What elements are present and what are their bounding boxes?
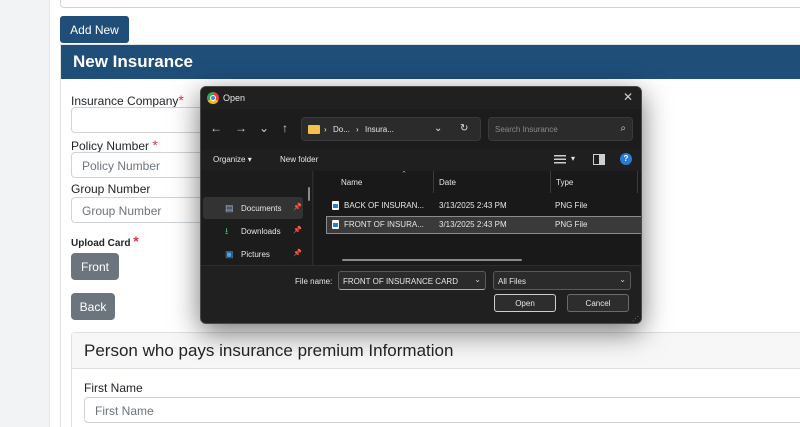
navigation-bar: ← → ⌄ ↑ › Do... › Insura... ⌄ ↻ Search I… bbox=[201, 109, 641, 149]
search-input[interactable]: Search Insurance ⌕ bbox=[488, 117, 633, 141]
payer-info-card: Person who pays insurance premium Inform… bbox=[71, 332, 800, 427]
breadcrumb-documents[interactable]: Do... bbox=[333, 125, 350, 134]
picture-icon: ▣ bbox=[225, 249, 234, 259]
upload-card-label: Upload Card * bbox=[71, 233, 139, 249]
download-icon: ⭳ bbox=[225, 226, 229, 236]
recent-locations-icon[interactable]: ⌄ bbox=[257, 121, 271, 135]
front-button[interactable]: Front bbox=[71, 253, 119, 280]
file-name: FRONT OF INSURA... bbox=[344, 220, 424, 229]
group-number-label: Group Number bbox=[71, 182, 151, 196]
pin-icon: 📌 bbox=[293, 227, 302, 234]
add-new-button[interactable]: Add New bbox=[60, 16, 129, 43]
address-bar[interactable]: › Do... › Insura... ⌄ ↻ bbox=[301, 117, 481, 141]
payer-info-title: Person who pays insurance premium Inform… bbox=[72, 333, 800, 369]
sidebar-item-documents[interactable]: ▤ Documents 📌 bbox=[203, 197, 303, 219]
png-file-icon bbox=[332, 201, 339, 210]
breadcrumb-insurance[interactable]: Insura... bbox=[365, 125, 394, 134]
file-date: 3/13/2025 2:43 PM bbox=[439, 220, 507, 229]
sidebar-item-downloads[interactable]: ⭳ Downloads 📌 bbox=[203, 220, 303, 242]
file-type-select[interactable]: All Files ⌄ bbox=[493, 271, 631, 290]
navigation-pane: ▤ Documents 📌 ⭳ Downloads 📌 ▣ Pictures 📌 bbox=[201, 171, 313, 265]
column-header-type[interactable]: Type bbox=[551, 171, 638, 193]
top-input-edge[interactable] bbox=[60, 0, 800, 8]
chevron-down-icon: ⌄ bbox=[619, 275, 626, 284]
preview-pane-icon[interactable] bbox=[593, 154, 605, 165]
view-options-caret-icon[interactable]: ▾ bbox=[571, 154, 575, 163]
first-name-input[interactable]: First Name bbox=[84, 397, 800, 423]
pin-icon: 📌 bbox=[293, 204, 302, 211]
png-file-icon bbox=[332, 220, 339, 229]
close-icon[interactable]: ✕ bbox=[621, 90, 635, 104]
organize-menu[interactable]: Organize ▾ bbox=[213, 155, 252, 164]
open-file-dialog: Open ✕ ← → ⌄ ↑ › Do... › Insura... ⌄ ↻ S… bbox=[200, 86, 642, 324]
refresh-icon[interactable]: ↻ bbox=[460, 123, 468, 134]
breadcrumb-separator: › bbox=[356, 125, 359, 134]
file-name-label: File name: bbox=[295, 277, 333, 286]
group-number-input[interactable]: Group Number bbox=[71, 197, 211, 223]
forward-arrow-icon[interactable]: → bbox=[234, 121, 248, 135]
folder-icon bbox=[308, 125, 320, 134]
search-icon: ⌕ bbox=[620, 123, 626, 134]
file-row-front[interactable]: FRONT OF INSURA... 3/13/2025 2:43 PM PNG… bbox=[326, 216, 641, 234]
cancel-button[interactable]: Cancel bbox=[567, 294, 629, 312]
dialog-title: Open bbox=[223, 93, 246, 103]
chrome-icon bbox=[207, 92, 219, 104]
insurance-company-input[interactable] bbox=[71, 107, 211, 133]
breadcrumb-separator: › bbox=[324, 125, 327, 134]
dialog-toolbar: Organize ▾ New folder ▾ ? bbox=[201, 149, 641, 171]
open-button[interactable]: Open bbox=[494, 294, 556, 312]
file-type: PNG File bbox=[555, 201, 588, 210]
file-type: PNG File bbox=[555, 220, 588, 229]
resize-grip-icon[interactable]: ⋰ bbox=[632, 315, 639, 323]
view-list-icon[interactable] bbox=[554, 154, 566, 165]
pin-icon: 📌 bbox=[293, 250, 302, 257]
policy-number-input[interactable]: Policy Number bbox=[71, 152, 211, 178]
chevron-down-icon: ▾ bbox=[247, 155, 252, 164]
back-arrow-icon[interactable]: ← bbox=[209, 121, 223, 135]
file-date: 3/13/2025 2:43 PM bbox=[439, 201, 507, 210]
column-header-name[interactable]: Name ⌃ bbox=[336, 171, 434, 193]
first-name-label: First Name bbox=[84, 381, 143, 395]
up-arrow-icon[interactable]: ↑ bbox=[278, 121, 292, 135]
left-sidebar-strip bbox=[0, 0, 50, 427]
file-row-back[interactable]: BACK OF INSURAN... 3/13/2025 2:43 PM PNG… bbox=[326, 197, 641, 215]
back-button[interactable]: Back bbox=[71, 293, 115, 320]
horizontal-scrollbar[interactable] bbox=[342, 259, 522, 261]
card-title: New Insurance bbox=[61, 45, 800, 79]
address-dropdown-icon[interactable]: ⌄ bbox=[434, 123, 442, 134]
sidebar-item-pictures[interactable]: ▣ Pictures 📌 bbox=[203, 243, 303, 265]
chevron-down-icon[interactable]: ⌄ bbox=[474, 275, 481, 284]
policy-number-label: Policy Number * bbox=[71, 137, 158, 153]
search-placeholder: Search Insurance bbox=[495, 125, 558, 134]
file-name-input[interactable]: FRONT OF INSURANCE CARD ⌄ bbox=[338, 271, 486, 290]
required-asterisk: * bbox=[178, 92, 184, 108]
required-asterisk: * bbox=[133, 233, 139, 249]
file-name: BACK OF INSURAN... bbox=[344, 201, 425, 210]
help-icon[interactable]: ? bbox=[620, 153, 632, 165]
file-list: Name ⌃ Date Type BACK OF INSURAN... 3/13… bbox=[314, 171, 641, 265]
dialog-titlebar: Open ✕ bbox=[201, 87, 641, 109]
insurance-company-label: Insurance Company* bbox=[71, 92, 184, 108]
column-header-date[interactable]: Date bbox=[434, 171, 551, 193]
document-icon: ▤ bbox=[225, 203, 234, 213]
sidebar-scrollbar[interactable] bbox=[308, 187, 310, 201]
sort-ascending-icon: ⌃ bbox=[401, 171, 407, 178]
required-asterisk: * bbox=[152, 137, 158, 153]
new-folder-button[interactable]: New folder bbox=[280, 155, 318, 164]
dialog-footer: File name: FRONT OF INSURANCE CARD ⌄ All… bbox=[201, 265, 641, 323]
